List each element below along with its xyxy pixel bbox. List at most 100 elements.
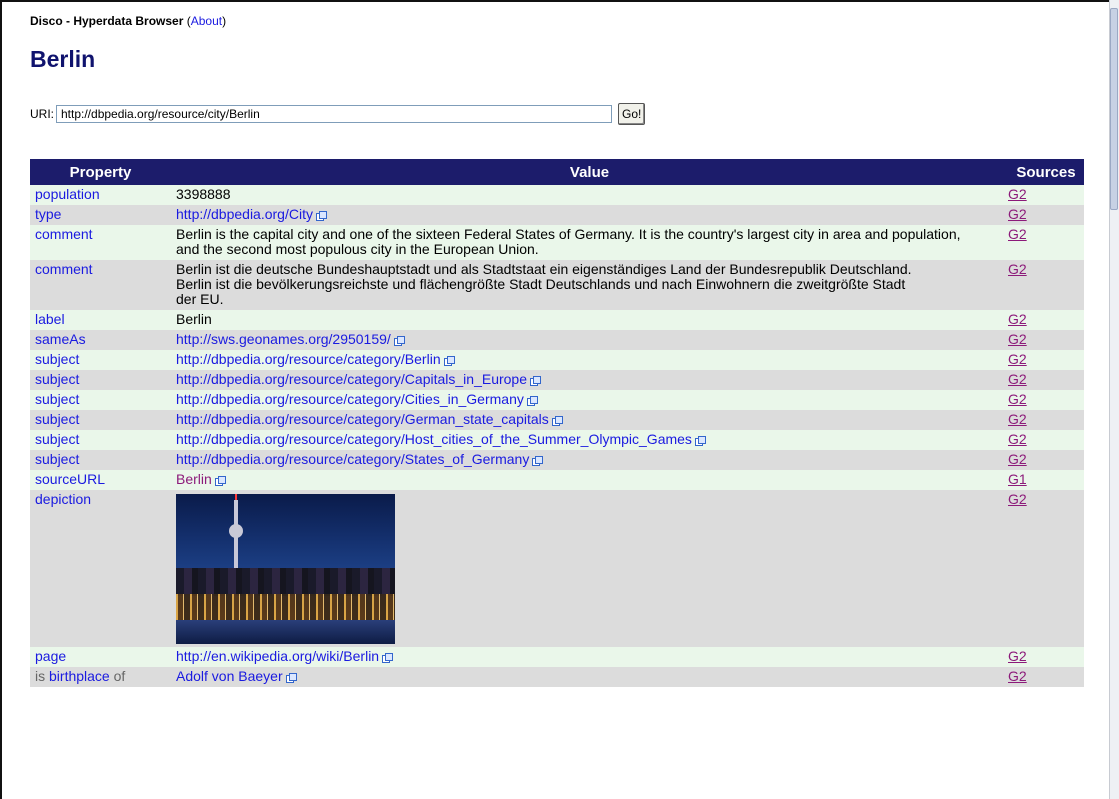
inverse-suffix: of — [113, 668, 126, 684]
vertical-scrollbar[interactable] — [1109, 0, 1119, 799]
external-link-icon[interactable] — [530, 376, 541, 386]
source-link[interactable]: G2 — [1008, 261, 1027, 277]
uri-form: URI: Go! — [30, 103, 646, 125]
source-link[interactable]: G2 — [1008, 206, 1027, 222]
external-link-icon[interactable] — [526, 396, 538, 406]
property-link[interactable]: subject — [35, 431, 79, 447]
property-value: Berlin is the capital city and one of th… — [171, 225, 1008, 260]
source-link[interactable]: G2 — [1008, 391, 1027, 407]
table-row: comment Berlin is the capital city and o… — [30, 225, 1084, 260]
property-link[interactable]: subject — [35, 451, 79, 467]
external-link-icon[interactable] — [694, 436, 706, 446]
value-column-header: Value — [171, 159, 1008, 185]
go-button[interactable]: Go! — [618, 103, 646, 125]
property-link[interactable]: label — [35, 311, 65, 327]
property-value: Berlin ist die deutsche Bundeshauptstadt… — [171, 260, 1008, 310]
table-row: sameAs http://sws.geonames.org/2950159/ … — [30, 330, 1084, 350]
page-title: Berlin — [30, 46, 96, 72]
value-link[interactable]: http://dbpedia.org/resource/category/Cit… — [176, 391, 524, 407]
property-link[interactable]: subject — [35, 351, 79, 367]
external-link-icon[interactable] — [393, 336, 405, 346]
property-link[interactable]: type — [35, 206, 61, 222]
table-row: is birthplace of Adolf von Baeyer G2 — [30, 667, 1084, 687]
table-row: subject http://dbpedia.org/resource/cate… — [30, 370, 1084, 390]
river-water — [176, 620, 395, 644]
uri-input[interactable] — [56, 105, 612, 123]
table-row: subject http://dbpedia.org/resource/cate… — [30, 410, 1084, 430]
source-link[interactable]: G2 — [1008, 451, 1027, 467]
property-link[interactable]: sameAs — [35, 331, 86, 347]
property-link[interactable]: birthplace — [49, 668, 110, 684]
table-row: type http://dbpedia.org/City G2 — [30, 205, 1084, 225]
value-link[interactable]: Adolf von Baeyer — [176, 668, 283, 684]
inverse-prefix: is — [35, 668, 46, 684]
value-link[interactable]: http://dbpedia.org/resource/category/Cap… — [176, 371, 527, 387]
city-lights — [176, 594, 395, 620]
value-link[interactable]: http://dbpedia.org/City — [176, 206, 313, 222]
external-link-icon[interactable] — [551, 416, 563, 426]
table-row: subject http://dbpedia.org/resource/cate… — [30, 390, 1084, 410]
app-title: Disco - Hyperdata Browser — [30, 14, 184, 28]
property-link[interactable]: page — [35, 648, 66, 664]
source-link[interactable]: G2 — [1008, 186, 1027, 202]
table-row: page http://en.wikipedia.org/wiki/Berlin… — [30, 647, 1084, 667]
table-row: sourceURL Berlin G1 — [30, 470, 1084, 490]
property-value: 3398888 — [171, 185, 1008, 205]
table-row: subject http://dbpedia.org/resource/cate… — [30, 430, 1084, 450]
table-row: population 3398888 G2 — [30, 185, 1084, 205]
value-link[interactable]: http://dbpedia.org/resource/category/Sta… — [176, 451, 529, 467]
depiction-cell — [171, 490, 1008, 647]
value-link[interactable]: Berlin — [176, 471, 212, 487]
properties-table: Property Value Sources population 339888… — [30, 159, 1084, 687]
external-link-icon[interactable] — [315, 211, 327, 221]
app-header: Disco - Hyperdata Browser (About) — [30, 14, 226, 28]
table-header-row: Property Value Sources — [30, 159, 1084, 185]
table-row: subject http://dbpedia.org/resource/cate… — [30, 450, 1084, 470]
value-link[interactable]: http://dbpedia.org/resource/category/Hos… — [176, 431, 692, 447]
source-link[interactable]: G2 — [1008, 351, 1027, 367]
source-link[interactable]: G2 — [1008, 311, 1027, 327]
source-link[interactable]: G2 — [1008, 648, 1027, 664]
source-link[interactable]: G2 — [1008, 431, 1027, 447]
property-link[interactable]: comment — [35, 226, 93, 242]
property-link[interactable]: depiction — [35, 491, 91, 507]
property-link[interactable]: sourceURL — [35, 471, 105, 487]
uri-label: URI: — [30, 107, 54, 121]
external-link-icon[interactable] — [214, 476, 226, 486]
source-link[interactable]: G2 — [1008, 331, 1027, 347]
table-row: comment Berlin ist die deutsche Bundesha… — [30, 260, 1084, 310]
external-link-icon[interactable] — [532, 456, 544, 466]
property-link[interactable]: subject — [35, 391, 79, 407]
value-link[interactable]: http://sws.geonames.org/2950159/ — [176, 331, 391, 347]
table-row: subject http://dbpedia.org/resource/cate… — [30, 350, 1084, 370]
table-row: depiction G2 — [30, 490, 1084, 647]
source-link[interactable]: G2 — [1008, 226, 1027, 242]
source-link[interactable]: G2 — [1008, 668, 1027, 684]
berlin-skyline-image[interactable] — [176, 494, 395, 644]
property-value: Berlin — [171, 310, 1008, 330]
source-link[interactable]: G2 — [1008, 371, 1027, 387]
window-frame-top — [0, 0, 1110, 2]
property-link[interactable]: population — [35, 186, 100, 202]
property-column-header: Property — [30, 159, 171, 185]
about-link[interactable]: About — [191, 14, 222, 28]
value-link[interactable]: http://dbpedia.org/resource/category/Ber… — [176, 351, 441, 367]
about-paren-close: ) — [222, 14, 227, 28]
source-link[interactable]: G2 — [1008, 411, 1027, 427]
source-link[interactable]: G2 — [1008, 491, 1027, 507]
tv-tower-sphere — [229, 524, 243, 538]
property-link[interactable]: subject — [35, 371, 79, 387]
external-link-icon[interactable] — [285, 673, 297, 683]
value-link[interactable]: http://dbpedia.org/resource/category/Ger… — [176, 411, 549, 427]
sources-column-header: Sources — [1008, 159, 1084, 185]
value-link[interactable]: http://en.wikipedia.org/wiki/Berlin — [176, 648, 379, 664]
source-link[interactable]: G1 — [1008, 471, 1027, 487]
property-link[interactable]: comment — [35, 261, 93, 277]
external-link-icon[interactable] — [443, 356, 455, 366]
window-frame-left — [0, 0, 2, 799]
property-link[interactable]: subject — [35, 411, 79, 427]
external-link-icon[interactable] — [382, 653, 394, 663]
scrollbar-thumb[interactable] — [1110, 8, 1118, 210]
table-row: label Berlin G2 — [30, 310, 1084, 330]
city-skyline — [176, 568, 395, 596]
